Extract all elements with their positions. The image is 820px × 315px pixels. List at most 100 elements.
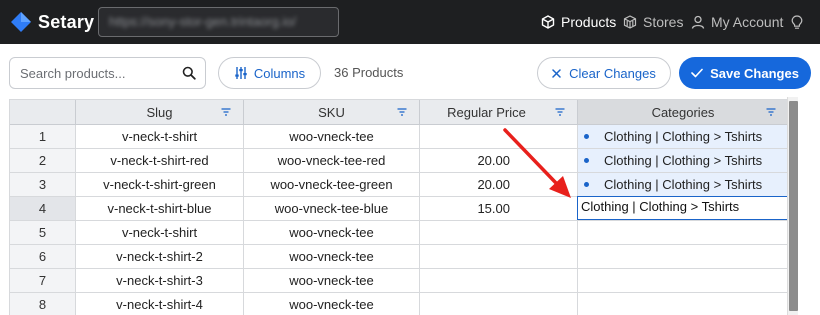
cell-sku[interactable]: woo-vneck-tee-green [244, 173, 420, 197]
category-value: Clothing | Clothing > Tshirts [604, 153, 763, 168]
search-input[interactable] [20, 64, 170, 82]
category-value: Clothing | Clothing > Tshirts [604, 129, 763, 144]
row-number[interactable]: 4 [10, 197, 76, 221]
cell-slug[interactable]: v-neck-t-shirt-green [76, 173, 244, 197]
vertical-scrollbar[interactable] [787, 97, 798, 315]
nav-account[interactable]: My Account [691, 0, 783, 44]
cell-sku[interactable]: woo-vneck-tee [244, 245, 420, 269]
row-number[interactable]: 1 [10, 125, 76, 149]
row-number-header [10, 100, 76, 125]
columns-button[interactable]: Columns [218, 57, 321, 89]
cell-regular-price[interactable] [420, 245, 578, 269]
category-list-item: Clothing | Clothing > Tshirts [584, 125, 762, 148]
cell-slug[interactable]: v-neck-t-shirt [76, 125, 244, 149]
table-row: 3 v-neck-t-shirt-green woo-vneck-tee-gre… [10, 173, 789, 197]
cell-categories[interactable] [578, 293, 789, 315]
app-name: Setary [38, 11, 95, 32]
category-list-item: Clothing | Clothing > Tshirts [584, 149, 762, 172]
categories-cell-editor[interactable]: Clothing | Clothing > Tshirts [577, 196, 788, 220]
logo-icon [11, 12, 31, 32]
cell-sku[interactable]: woo-vneck-tee-blue [244, 197, 420, 221]
cell-regular-price[interactable]: 20.00 [420, 173, 578, 197]
row-number[interactable]: 8 [10, 293, 76, 315]
column-header-label: Categories [651, 105, 715, 120]
clear-changes-button[interactable]: Clear Changes [537, 57, 671, 89]
cell-sku[interactable]: woo-vneck-tee [244, 293, 420, 315]
account-person-icon [691, 15, 705, 29]
nav-stores-label: Stores [643, 14, 684, 30]
nav-products-label: Products [561, 14, 617, 30]
cell-regular-price[interactable]: 20.00 [420, 149, 578, 173]
cell-categories[interactable]: Clothing | Clothing > Tshirts [578, 173, 789, 197]
cell-slug[interactable]: v-neck-t-shirt-4 [76, 293, 244, 315]
nav-account-label: My Account [711, 14, 784, 30]
filter-icon[interactable] [221, 108, 231, 116]
bullet-icon [584, 158, 589, 163]
cell-slug[interactable]: v-neck-t-shirt-red [76, 149, 244, 173]
row-number[interactable]: 6 [10, 245, 76, 269]
cell-categories[interactable]: Clothing | Clothing > Tshirts [578, 125, 789, 149]
product-count: 36 Products [334, 65, 404, 80]
column-header-slug[interactable]: Slug [76, 100, 244, 125]
category-value: Clothing | Clothing > Tshirts [604, 177, 763, 192]
products-cube-icon [541, 15, 555, 29]
column-header-categories[interactable]: Categories [578, 100, 789, 125]
table-row: 6 v-neck-t-shirt-2 woo-vneck-tee [10, 245, 789, 269]
category-list-item: Clothing | Clothing > Tshirts [584, 173, 762, 196]
search-box [9, 57, 206, 89]
cell-categories[interactable] [578, 245, 789, 269]
close-icon [552, 68, 561, 78]
table-row: 5 v-neck-t-shirt woo-vneck-tee [10, 221, 789, 245]
columns-button-label: Columns [253, 65, 306, 81]
save-changes-button[interactable]: Save Changes [679, 57, 811, 89]
stores-cubes-icon [623, 15, 637, 29]
nav-products[interactable]: Products [541, 0, 616, 44]
search-icon[interactable] [182, 66, 196, 80]
cell-categories[interactable] [578, 269, 789, 293]
products-grid: Slug SKU Regular Price Categories 1 v-ne… [9, 99, 798, 315]
lightbulb-icon [791, 14, 803, 29]
row-number[interactable]: 7 [10, 269, 76, 293]
nav-stores[interactable]: Stores [623, 0, 683, 44]
bullet-icon [584, 182, 589, 187]
row-number[interactable]: 3 [10, 173, 76, 197]
cell-sku[interactable]: woo-vneck-tee [244, 269, 420, 293]
cell-slug[interactable]: v-neck-t-shirt [76, 221, 244, 245]
cell-sku[interactable]: woo-vneck-tee-red [244, 149, 420, 173]
check-icon [691, 68, 703, 78]
top-bar: Setary https://sony-stor-gen.trintaorg.i… [0, 0, 820, 44]
column-header-sku[interactable]: SKU [244, 100, 420, 125]
cell-slug[interactable]: v-neck-t-shirt-2 [76, 245, 244, 269]
table-row: 8 v-neck-t-shirt-4 woo-vneck-tee [10, 293, 789, 315]
cell-regular-price[interactable] [420, 221, 578, 245]
column-header-label: SKU [318, 105, 345, 120]
store-url-field[interactable]: https://sony-stor-gen.trintaorg.io/ [98, 7, 339, 37]
cell-regular-price[interactable] [420, 125, 578, 149]
cell-sku[interactable]: woo-vneck-tee [244, 221, 420, 245]
cell-regular-price[interactable]: 15.00 [420, 197, 578, 221]
row-number[interactable]: 2 [10, 149, 76, 173]
cell-regular-price[interactable] [420, 293, 578, 315]
cell-sku[interactable]: woo-vneck-tee [244, 125, 420, 149]
cell-categories[interactable] [578, 221, 789, 245]
row-number[interactable]: 5 [10, 221, 76, 245]
scrollbar-thumb[interactable] [789, 101, 798, 311]
clear-changes-label: Clear Changes [569, 65, 656, 81]
cell-slug[interactable]: v-neck-t-shirt-3 [76, 269, 244, 293]
cell-regular-price[interactable] [420, 269, 578, 293]
theme-toggle[interactable] [791, 0, 809, 44]
table-row: 2 v-neck-t-shirt-red woo-vneck-tee-red 2… [10, 149, 789, 173]
table-row: 7 v-neck-t-shirt-3 woo-vneck-tee [10, 269, 789, 293]
column-header-label: Regular Price [447, 105, 526, 120]
filter-icon[interactable] [555, 108, 565, 116]
app-logo[interactable]: Setary [10, 11, 94, 33]
filter-icon[interactable] [397, 108, 407, 116]
bullet-icon [584, 134, 589, 139]
table-row: 1 v-neck-t-shirt woo-vneck-tee Clothing … [10, 125, 789, 149]
column-header-label: Slug [146, 105, 173, 120]
column-header-regular-price[interactable]: Regular Price [420, 100, 578, 125]
filter-icon[interactable] [766, 108, 776, 116]
cell-categories[interactable]: Clothing | Clothing > Tshirts [578, 149, 789, 173]
columns-sliders-icon [235, 67, 247, 79]
cell-slug[interactable]: v-neck-t-shirt-blue [76, 197, 244, 221]
